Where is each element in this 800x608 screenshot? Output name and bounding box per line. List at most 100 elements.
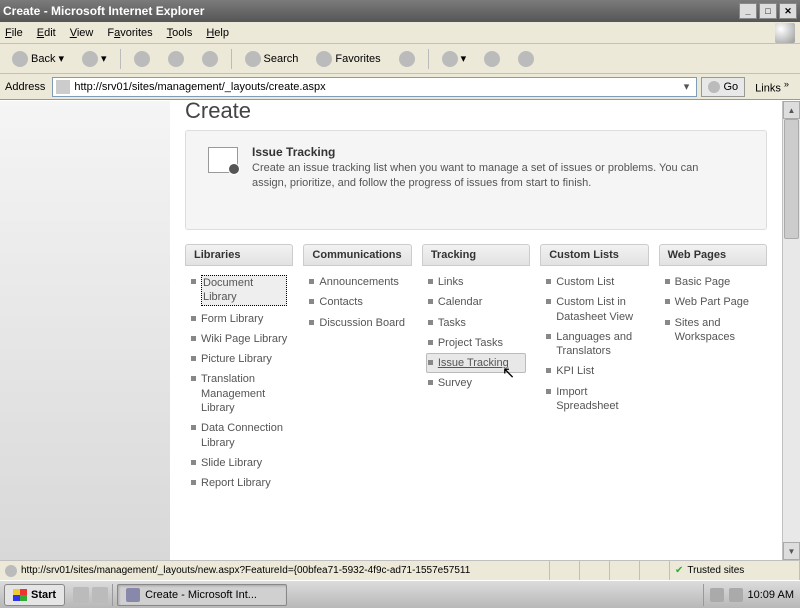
refresh-icon [168, 51, 184, 67]
tray-icon-1[interactable] [710, 588, 724, 602]
address-url: http://srv01/sites/management/_layouts/c… [74, 81, 679, 93]
history-icon [399, 51, 415, 67]
status-pane-2 [580, 561, 610, 580]
print-button[interactable] [477, 48, 507, 70]
scroll-down-icon[interactable]: ▼ [783, 542, 800, 560]
address-input[interactable]: http://srv01/sites/management/_layouts/c… [52, 77, 697, 97]
address-bar: Address http://srv01/sites/management/_l… [0, 74, 800, 100]
col-custom-lists: Custom Lists Custom List Custom List in … [540, 244, 648, 500]
ql-ie-icon[interactable] [92, 587, 108, 603]
link-report-library[interactable]: Report Library [189, 473, 289, 493]
link-picture-library[interactable]: Picture Library [189, 349, 289, 369]
link-discussion-board[interactable]: Discussion Board [307, 313, 407, 333]
start-label: Start [31, 589, 56, 601]
status-pane-3 [610, 561, 640, 580]
address-dropdown-icon[interactable]: ▾ [679, 80, 693, 93]
forward-button[interactable]: ▾ [75, 48, 114, 70]
link-issue-tracking[interactable]: Issue Tracking↖ [426, 353, 526, 373]
col-custom-head: Custom Lists [540, 244, 648, 266]
menu-view[interactable]: View [70, 27, 94, 39]
description-panel: Issue Tracking Create an issue tracking … [185, 130, 767, 230]
link-form-library[interactable]: Form Library [189, 309, 289, 329]
taskbar: Start Create - Microsoft Int... 10:09 AM [0, 580, 800, 608]
page-main: Create Issue Tracking Create an issue tr… [170, 101, 782, 560]
link-slide-library[interactable]: Slide Library [189, 453, 289, 473]
home-button[interactable] [195, 48, 225, 70]
hero-body: Create an issue tracking list when you w… [252, 161, 732, 191]
link-calendar[interactable]: Calendar [426, 292, 526, 312]
start-button[interactable]: Start [4, 584, 65, 606]
link-wiki-page-library[interactable]: Wiki Page Library [189, 329, 289, 349]
link-basic-page[interactable]: Basic Page [663, 272, 763, 292]
back-label: Back [31, 53, 55, 65]
menu-favorites[interactable]: Favorites [107, 27, 152, 39]
link-announcements[interactable]: Announcements [307, 272, 407, 292]
address-label: Address [5, 81, 45, 93]
back-button[interactable]: Back ▾ [5, 48, 71, 70]
link-custom-list-datasheet[interactable]: Custom List in Datasheet View [544, 292, 644, 327]
status-pane-4 [640, 561, 670, 580]
link-survey[interactable]: Survey [426, 373, 526, 393]
link-languages-translators[interactable]: Languages and Translators [544, 327, 644, 362]
links-toolbar[interactable]: Links » [749, 79, 795, 95]
link-data-connection-library[interactable]: Data Connection Library [189, 418, 289, 453]
col-communications: Communications Announcements Contacts Di… [303, 244, 411, 500]
star-icon [316, 51, 332, 67]
link-custom-list[interactable]: Custom List [544, 272, 644, 292]
edit-button[interactable] [511, 48, 541, 70]
vertical-scrollbar[interactable]: ▲ ▼ [782, 101, 800, 560]
link-tasks[interactable]: Tasks [426, 313, 526, 333]
home-icon [202, 51, 218, 67]
window-title: Create - Microsoft Internet Explorer [3, 4, 204, 18]
edit-icon [518, 51, 534, 67]
col-libraries: Libraries Document Library Form Library … [185, 244, 293, 500]
link-web-part-page[interactable]: Web Part Page [663, 292, 763, 312]
page-title: Create [185, 101, 767, 130]
print-icon [484, 51, 500, 67]
status-text: http://srv01/sites/management/_layouts/n… [0, 561, 550, 580]
forward-icon [82, 51, 98, 67]
go-icon [708, 81, 720, 93]
stop-button[interactable] [127, 48, 157, 70]
mail-button[interactable]: ▾ [435, 48, 474, 70]
nav-toolbar: Back ▾ ▾ Search Favorites ▾ [0, 44, 800, 74]
col-tracking: Tracking Links Calendar Tasks Project Ta… [422, 244, 530, 500]
ie-task-icon [126, 588, 140, 602]
history-button[interactable] [392, 48, 422, 70]
clock: 10:09 AM [748, 589, 794, 601]
issue-tracking-icon [208, 147, 238, 173]
trusted-icon: ✔ [675, 565, 683, 576]
col-libraries-head: Libraries [185, 244, 293, 266]
menu-file[interactable]: File [5, 27, 23, 39]
menu-tools[interactable]: Tools [167, 27, 193, 39]
link-contacts[interactable]: Contacts [307, 292, 407, 312]
link-links[interactable]: Links [426, 272, 526, 292]
refresh-button[interactable] [161, 48, 191, 70]
link-document-library[interactable]: Document Library [189, 272, 289, 309]
search-button[interactable]: Search [238, 48, 306, 70]
link-translation-mgmt-library[interactable]: Translation Management Library [189, 369, 289, 418]
go-button[interactable]: Go [701, 77, 745, 97]
tray-icon-2[interactable] [729, 588, 743, 602]
task-label: Create - Microsoft Int... [145, 589, 257, 601]
quick-launch [69, 584, 113, 606]
col-web-head: Web Pages [659, 244, 767, 266]
link-sites-workspaces[interactable]: Sites and Workspaces [663, 313, 763, 348]
link-kpi-list[interactable]: KPI List [544, 361, 644, 381]
ql-desktop-icon[interactable] [73, 587, 89, 603]
page-favicon-icon [56, 80, 70, 94]
menu-bar: File Edit View Favorites Tools Help [0, 22, 800, 44]
close-button[interactable]: ✕ [779, 3, 797, 19]
scroll-up-icon[interactable]: ▲ [783, 101, 800, 119]
link-project-tasks[interactable]: Project Tasks [426, 333, 526, 353]
stop-icon [134, 51, 150, 67]
link-import-spreadsheet[interactable]: Import Spreadsheet [544, 382, 644, 417]
menu-help[interactable]: Help [206, 27, 229, 39]
minimize-button[interactable]: _ [739, 3, 757, 19]
scroll-thumb[interactable] [784, 119, 799, 239]
status-bar: http://srv01/sites/management/_layouts/n… [0, 560, 800, 580]
maximize-button[interactable]: □ [759, 3, 777, 19]
menu-edit[interactable]: Edit [37, 27, 56, 39]
favorites-button[interactable]: Favorites [309, 48, 387, 70]
task-create-ie[interactable]: Create - Microsoft Int... [117, 584, 287, 606]
